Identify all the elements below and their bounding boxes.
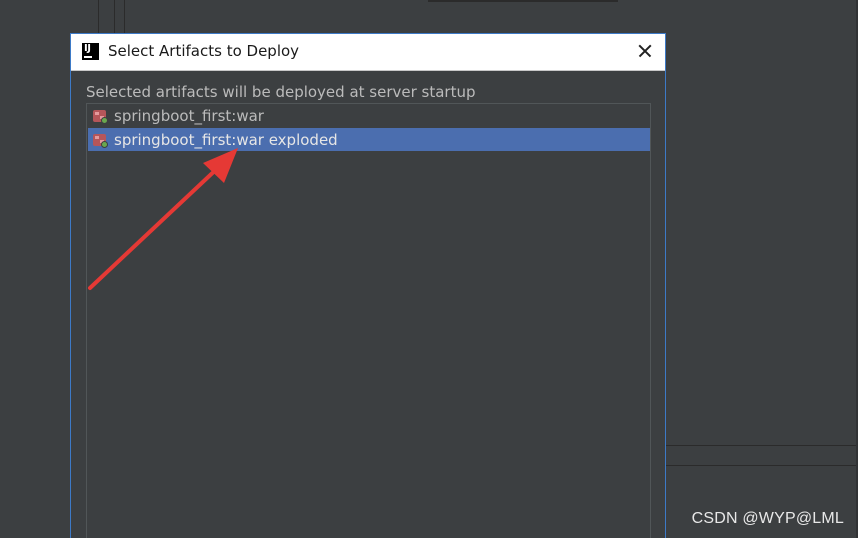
ide-background: IJ Select Artifacts to Deploy Selected a…: [0, 0, 858, 538]
dialog-titlebar[interactable]: IJ Select Artifacts to Deploy: [71, 34, 665, 71]
background-divider: [124, 0, 125, 36]
artifact-list[interactable]: springboot_first:war springboot_first:wa…: [86, 103, 651, 538]
close-icon[interactable]: [633, 39, 657, 63]
dialog-description: Selected artifacts will be deployed at s…: [86, 83, 476, 101]
war-artifact-icon: [92, 108, 108, 124]
background-toolbar-edge: [428, 0, 618, 2]
artifact-label: springboot_first:war exploded: [114, 130, 338, 149]
select-artifacts-dialog: IJ Select Artifacts to Deploy Selected a…: [70, 33, 666, 538]
artifact-item-war-exploded[interactable]: springboot_first:war exploded: [88, 128, 650, 151]
dialog-title: Select Artifacts to Deploy: [108, 42, 300, 60]
watermark: CSDN @WYP@LML: [691, 510, 844, 527]
intellij-idea-icon: IJ: [82, 43, 99, 60]
artifact-label: springboot_first:war: [114, 106, 264, 125]
app-icon-text: IJ: [84, 43, 91, 54]
background-panel-divider: [666, 465, 858, 466]
background-panel-divider: [666, 445, 858, 446]
war-exploded-artifact-icon: [92, 132, 108, 148]
background-divider: [114, 0, 115, 36]
background-divider: [98, 0, 99, 36]
artifact-item-war[interactable]: springboot_first:war: [88, 104, 650, 127]
